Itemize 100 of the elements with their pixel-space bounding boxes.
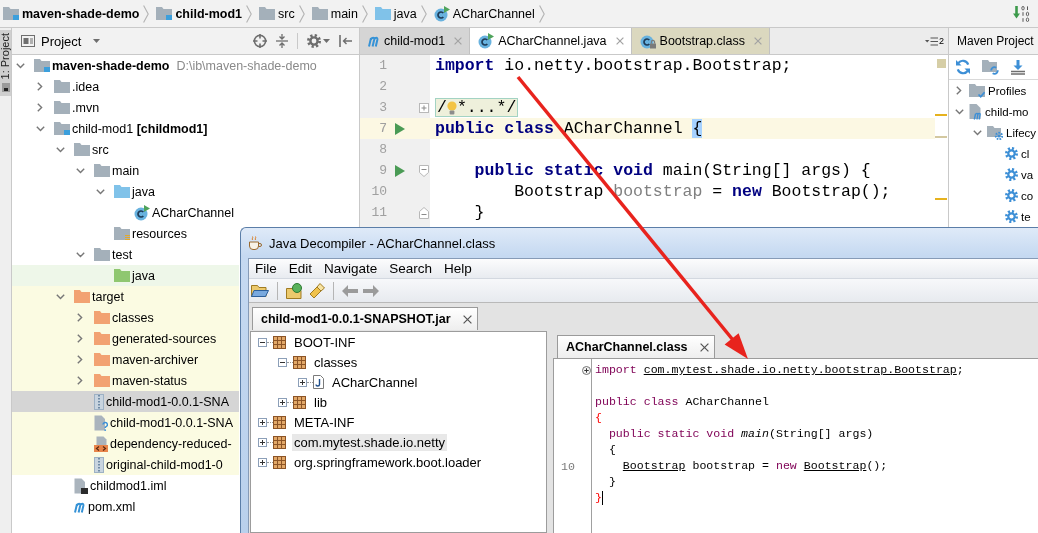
chevron-down-icon[interactable] — [75, 167, 85, 174]
tree-item[interactable]: child-mod1-0.0.1-SNA — [12, 412, 239, 433]
tree-item[interactable]: pom.xml — [12, 496, 239, 517]
tree-item[interactable]: co — [949, 185, 1038, 206]
menu-item[interactable]: Edit — [282, 261, 319, 276]
chevron-right-icon[interactable] — [37, 103, 43, 112]
breadcrumb[interactable]: ACharChannel — [433, 5, 535, 22]
forward-arrow-icon[interactable] — [363, 284, 379, 297]
tree-item[interactable]: META-INF — [292, 413, 357, 431]
settings-icon[interactable] — [307, 34, 321, 48]
tree-item[interactable]: java — [12, 265, 239, 286]
run-icon[interactable] — [395, 122, 405, 135]
tree-item[interactable]: classes — [12, 307, 239, 328]
tree-item[interactable]: original-child-mod1-0 — [12, 454, 239, 475]
tree-item[interactable]: ACharChannel — [330, 373, 420, 391]
minus-box-icon[interactable] — [278, 357, 287, 367]
tree-item[interactable]: maven-shade-demo D:\ib\maven-shade-demo — [12, 55, 317, 76]
tree-item[interactable]: Profiles — [949, 80, 1038, 101]
fold-minus-icon[interactable] — [419, 164, 429, 177]
refresh-icon[interactable] — [955, 59, 971, 75]
chevron-down-icon[interactable] — [954, 108, 964, 115]
close-icon[interactable] — [699, 342, 709, 352]
folder-refresh-icon[interactable] — [982, 59, 999, 75]
tree-item[interactable]: resources — [12, 223, 239, 244]
tree-item[interactable]: maven-status — [12, 370, 239, 391]
tree-item[interactable]: main — [12, 160, 239, 181]
tree-item[interactable]: childmod1.iml — [12, 475, 239, 496]
fold-minus-icon[interactable] — [419, 206, 429, 219]
chevron-down-icon[interactable] — [35, 125, 45, 132]
chevron-right-icon[interactable] — [77, 355, 83, 364]
tree-item[interactable]: test — [12, 244, 239, 265]
caret-down-icon[interactable] — [323, 39, 330, 43]
editor-tab[interactable]: ACharChannel.java — [470, 28, 632, 54]
tree-item[interactable]: org.springframework.boot.loader — [292, 453, 484, 471]
chevron-down-icon[interactable] — [95, 188, 105, 195]
tree-item[interactable]: dependency-reduced- — [12, 433, 239, 454]
back-arrow-icon[interactable] — [342, 284, 358, 297]
tree-item[interactable]: .mvn — [12, 97, 239, 118]
tree-item[interactable]: generated-sources — [12, 328, 239, 349]
plus-box-icon[interactable] — [298, 377, 307, 387]
open-folder-icon[interactable] — [251, 283, 269, 298]
tree-item[interactable]: child-mod1-0.0.1-SNA — [12, 391, 239, 412]
plus-box-icon[interactable] — [278, 397, 287, 407]
editor-tab[interactable]: Bootstrap.class — [631, 28, 770, 54]
tab-list-button[interactable]: 2 — [925, 28, 948, 54]
chevron-down-icon[interactable] — [55, 146, 65, 153]
tree-item[interactable]: classes — [312, 353, 360, 371]
menu-item[interactable]: File — [249, 261, 283, 276]
tree-item[interactable]: java — [12, 181, 239, 202]
hide-panel-icon[interactable] — [339, 35, 352, 47]
download-icon[interactable] — [1010, 59, 1026, 75]
flashlight-icon[interactable] — [309, 282, 325, 299]
chevron-right-icon[interactable] — [37, 82, 43, 91]
tree-item[interactable]: .idea — [12, 76, 239, 97]
tree-item[interactable]: lib — [312, 393, 329, 411]
plus-circle-icon[interactable] — [581, 365, 591, 375]
chevron-down-icon[interactable] — [55, 293, 65, 300]
breadcrumb[interactable]: maven-shade-demo — [3, 6, 140, 21]
tree-item[interactable]: va — [949, 164, 1038, 185]
tree-item[interactable]: cl — [949, 143, 1038, 164]
tree-item[interactable]: BOOT-INF — [292, 333, 358, 351]
chevron-right-icon[interactable] — [956, 86, 962, 95]
tree-item[interactable]: target — [12, 286, 239, 307]
minus-box-icon[interactable] — [258, 337, 267, 347]
chevron-right-icon[interactable] — [77, 376, 83, 385]
breadcrumb[interactable]: java — [374, 6, 417, 21]
download-binary-icon[interactable] — [1013, 5, 1030, 22]
tree-item[interactable]: maven-archiver — [12, 349, 239, 370]
chevron-down-icon[interactable] — [75, 251, 85, 258]
chevron-down-icon[interactable] — [15, 62, 25, 69]
code-link[interactable]: Bootstrap — [803, 459, 867, 472]
breadcrumb[interactable]: main — [311, 6, 358, 21]
chevron-right-icon[interactable] — [77, 313, 83, 322]
run-icon[interactable] — [395, 164, 405, 177]
tree-item[interactable]: src — [12, 139, 239, 160]
close-icon[interactable] — [462, 314, 472, 324]
tree-item[interactable]: Lifecy — [949, 122, 1038, 143]
collapse-all-icon[interactable] — [276, 34, 288, 48]
tree-item[interactable]: te — [949, 206, 1038, 227]
view-selector[interactable]: Project — [21, 33, 101, 49]
menu-item[interactable]: Search — [383, 261, 439, 276]
tree-item[interactable]: child-mod1 [childmod1] — [12, 118, 239, 139]
menu-item[interactable]: Help — [438, 261, 478, 276]
folded-comment[interactable]: / *...*/ — [435, 98, 519, 118]
folder-ball-icon[interactable] — [286, 282, 304, 299]
code-link[interactable]: Bootstrap — [622, 459, 686, 472]
tree-item[interactable]: ACharChannel — [12, 202, 239, 223]
plus-box-icon[interactable] — [258, 417, 267, 427]
file-tab[interactable]: child-mod1-0.0.1-SNAPSHOT.jar — [252, 307, 478, 330]
crosshair-icon[interactable] — [253, 34, 267, 48]
chevron-down-icon[interactable] — [972, 129, 982, 136]
tree-item[interactable]: child-mo — [949, 101, 1038, 122]
plus-box-icon[interactable] — [258, 457, 267, 467]
editor-tab[interactable]: child-mod1 — [360, 28, 471, 54]
code-tab[interactable]: ACharChannel.class — [557, 335, 715, 358]
tree-item[interactable]: com.mytest.shade.io.netty — [292, 433, 447, 451]
code-link[interactable]: com.mytest.shade.io.netty.bootstrap.Bootstrap — [643, 363, 957, 376]
breadcrumb[interactable]: src — [259, 6, 295, 21]
chevron-right-icon[interactable] — [77, 334, 83, 343]
plus-box-icon[interactable] — [258, 437, 267, 447]
